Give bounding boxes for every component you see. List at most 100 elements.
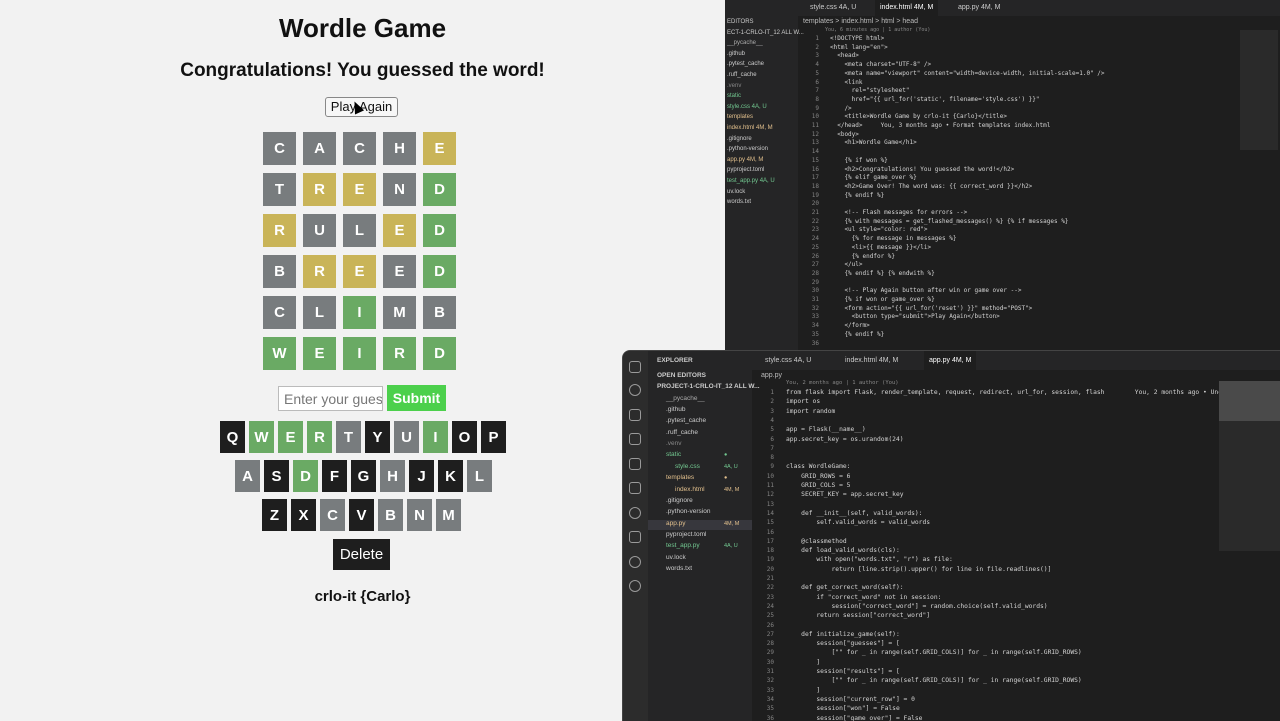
key-f[interactable]: F	[322, 460, 347, 492]
folder-icon[interactable]	[629, 531, 641, 543]
grid-tile: T	[263, 173, 296, 206]
explorer-item[interactable]: .python-version	[666, 508, 710, 515]
explorer-item[interactable]: PROJECT-1-CRLO-IT_12 ALL W...	[657, 383, 760, 390]
explorer-item[interactable]: .venv	[666, 440, 682, 447]
line-number: 30	[766, 658, 774, 666]
tab-index-html[interactable]: index.html 4M, M	[840, 351, 903, 370]
remote-explorer-icon[interactable]	[629, 482, 641, 494]
key-q[interactable]: Q	[220, 421, 245, 453]
sidebar-item[interactable]: app.py 4M, M	[727, 157, 763, 163]
explorer-item[interactable]: .github	[666, 406, 686, 413]
key-m[interactable]: M	[436, 499, 461, 531]
extensions-icon[interactable]	[629, 458, 641, 470]
key-w[interactable]: W	[249, 421, 274, 453]
key-u[interactable]: U	[394, 421, 419, 453]
guess-input[interactable]	[278, 386, 383, 411]
key-k[interactable]: K	[438, 460, 463, 492]
key-n[interactable]: N	[407, 499, 432, 531]
timeline-icon[interactable]	[629, 556, 641, 568]
line-number: 18	[811, 182, 819, 190]
submit-button[interactable]: Submit	[387, 385, 446, 411]
explorer-item[interactable]: static	[666, 451, 681, 458]
key-z[interactable]: Z	[262, 499, 287, 531]
explorer-item[interactable]: style.css	[675, 463, 700, 470]
key-s[interactable]: S	[264, 460, 289, 492]
code-line: ["" for _ in range(self.GRID_COLS)] for …	[786, 677, 1082, 685]
tab-index-html[interactable]: index.html 4M, M	[875, 0, 939, 16]
key-y[interactable]: Y	[365, 421, 390, 453]
sidebar-item[interactable]: .github	[727, 51, 745, 57]
explorer-item[interactable]: test_app.py	[666, 542, 700, 549]
code-line: session["game_over"] = False	[786, 714, 923, 721]
explorer-item[interactable]: index.html	[675, 486, 705, 493]
sidebar-item[interactable]: .gitignore	[727, 136, 752, 142]
sidebar-item[interactable]: templates	[727, 114, 753, 120]
key-d[interactable]: D	[293, 460, 318, 492]
key-h[interactable]: H	[380, 460, 405, 492]
explorer-item[interactable]: .gitignore	[666, 497, 693, 504]
key-r[interactable]: R	[307, 421, 332, 453]
git-status-badge: 4A, U	[724, 463, 738, 470]
explorer-item[interactable]: .ruff_cache	[666, 429, 698, 436]
line-number: 9	[770, 463, 774, 471]
files-icon[interactable]	[629, 361, 641, 373]
explorer-item[interactable]: pyproject.toml	[666, 531, 706, 538]
sidebar-item[interactable]: static	[727, 93, 741, 99]
minimap[interactable]	[1240, 30, 1278, 150]
key-l[interactable]: L	[467, 460, 492, 492]
tab-app-py[interactable]: app.py 4M, M	[953, 0, 1005, 16]
sidebar-item[interactable]: ECT-1-CRLO-IT_12 ALL W...	[727, 30, 804, 36]
line-number: 15	[766, 519, 774, 527]
key-g[interactable]: G	[351, 460, 376, 492]
key-j[interactable]: J	[409, 460, 434, 492]
explorer-item[interactable]: __pycache__	[666, 395, 705, 402]
sidebar-item[interactable]: pyproject.toml	[727, 167, 764, 173]
line-number: 5	[770, 426, 774, 434]
explorer-item[interactable]: uv.lock	[666, 554, 686, 561]
code-line: <!-- Flash messages for errors -->	[830, 209, 968, 216]
minimap-slider[interactable]	[1219, 381, 1280, 421]
sidebar-item[interactable]: .pytest_cache	[727, 61, 764, 67]
key-a[interactable]: A	[235, 460, 260, 492]
sidebar-item[interactable]: EDITORS	[727, 19, 754, 25]
tab-app-py[interactable]: app.py 4M, M	[924, 351, 977, 370]
explorer-item[interactable]: templates	[666, 474, 694, 481]
explorer-item[interactable]: app.py	[666, 520, 686, 527]
line-number: 1	[815, 35, 819, 42]
sidebar-item[interactable]: style.css 4A, U	[727, 104, 767, 110]
key-p[interactable]: P	[481, 421, 506, 453]
search-icon[interactable]	[629, 384, 641, 396]
line-number: 3	[815, 52, 819, 60]
key-v[interactable]: V	[349, 499, 374, 531]
code-line: session["correct_word"] = random.choice(…	[786, 602, 1048, 610]
accounts-icon[interactable]	[629, 580, 641, 592]
github-icon[interactable]	[629, 507, 641, 519]
sidebar-item[interactable]: __pycache__	[727, 40, 763, 46]
sidebar-item[interactable]: uv.lock	[727, 189, 745, 195]
sidebar-item[interactable]: .ruff_cache	[727, 72, 757, 78]
tab-style-css[interactable]: style.css 4A, U	[760, 351, 816, 370]
run-debug-icon[interactable]	[629, 433, 641, 445]
code-line: <h1>Wordle Game</h1>	[830, 139, 917, 147]
explorer-item[interactable]: .pytest_cache	[666, 417, 706, 424]
sidebar-item[interactable]: test_app.py 4A, U	[727, 178, 775, 184]
key-o[interactable]: O	[452, 421, 477, 453]
key-x[interactable]: X	[291, 499, 316, 531]
source-control-icon[interactable]	[629, 409, 641, 421]
key-b[interactable]: B	[378, 499, 403, 531]
delete-button[interactable]: Delete	[333, 539, 390, 570]
tab-style-css[interactable]: style.css 4A, U	[805, 0, 861, 16]
breadcrumb[interactable]: app.py	[761, 372, 782, 379]
key-i[interactable]: I	[423, 421, 448, 453]
sidebar-item[interactable]: index.html 4M, M	[727, 125, 773, 131]
key-t[interactable]: T	[336, 421, 361, 453]
key-e[interactable]: E	[278, 421, 303, 453]
sidebar-item[interactable]: .python-version	[727, 146, 768, 152]
explorer-item[interactable]: words.txt	[666, 565, 692, 572]
breadcrumb[interactable]: templates > index.html > html > head	[803, 18, 918, 25]
key-c[interactable]: C	[320, 499, 345, 531]
sidebar-item[interactable]: .venv	[727, 83, 741, 89]
code-line: from flask import Flask, render_template…	[786, 389, 1230, 396]
explorer-item[interactable]: OPEN EDITORS	[657, 372, 706, 379]
sidebar-item[interactable]: words.txt	[727, 199, 751, 205]
